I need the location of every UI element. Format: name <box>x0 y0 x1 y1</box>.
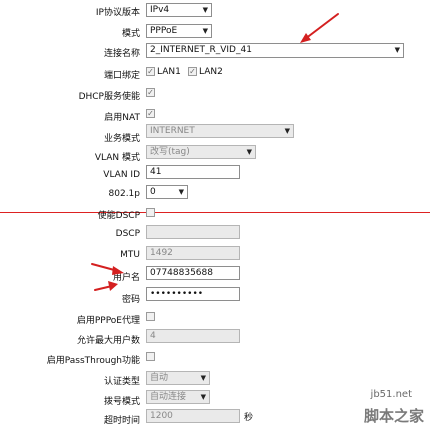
watermark-site-name: 脚本之家 <box>363 407 424 425</box>
annotation-arrows <box>91 13 339 291</box>
arrowhead-password-icon <box>108 281 118 291</box>
arrowhead-username-icon <box>112 266 124 275</box>
arrow-to-connection-name-icon <box>304 13 339 40</box>
watermark-domain: jb51.net <box>370 389 412 400</box>
